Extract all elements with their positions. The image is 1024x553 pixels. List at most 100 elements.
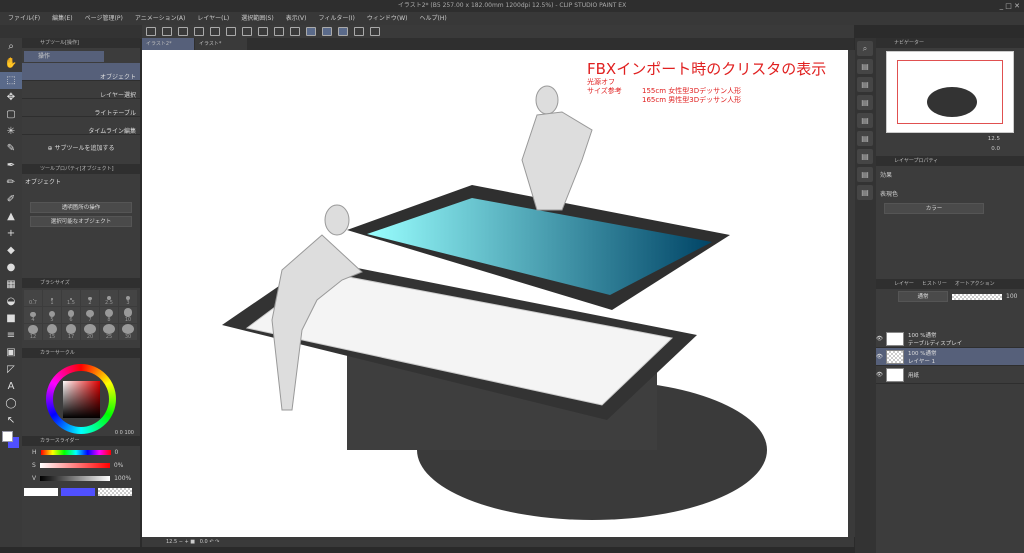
auto-select-icon[interactable]: ✳ <box>0 123 22 140</box>
blend-icon[interactable]: ● <box>0 259 22 276</box>
frame-icon[interactable]: ▣ <box>0 344 22 361</box>
navigator-preview[interactable] <box>886 51 1014 133</box>
blend-mode-select[interactable]: 通常 <box>898 291 948 302</box>
brush-size-cell[interactable]: 12 <box>24 324 42 340</box>
decoration-icon[interactable]: + <box>0 225 22 242</box>
color-icon[interactable] <box>354 27 364 36</box>
expression-color-select[interactable]: カラー <box>884 203 984 214</box>
brush-size-cell[interactable]: 10 <box>119 307 137 323</box>
transparent-operation-select[interactable]: 透明箇所の操作 <box>30 202 132 213</box>
vertical-scrollbar[interactable] <box>848 50 855 537</box>
material-icon-5[interactable]: ▤ <box>857 131 873 146</box>
brush-size-cell[interactable]: 8 <box>100 307 118 323</box>
swatch-transparent[interactable] <box>98 488 132 496</box>
layer-item-layer1[interactable]: 👁 100 %通常 レイヤー 1 <box>876 348 1024 366</box>
search-icon[interactable]: ⌕ <box>857 41 873 56</box>
eraser-icon[interactable]: ◆ <box>0 242 22 259</box>
subtool-group-operation[interactable]: 操作 <box>24 51 104 62</box>
new-icon[interactable] <box>162 27 172 36</box>
add-subtool-button[interactable]: ⊕ サブツールを追加する <box>22 135 140 164</box>
menu-animation[interactable]: アニメーション(A) <box>135 12 186 25</box>
brush-size-cell[interactable]: 15 <box>43 324 61 340</box>
tab-auto-action[interactable]: オートアクション <box>955 279 995 289</box>
brush-size-cell[interactable]: 7 <box>81 307 99 323</box>
swatch-white[interactable] <box>24 488 58 496</box>
brush-size-cell[interactable]: 1.5 <box>62 290 80 306</box>
brush-size-cell[interactable]: 0.7 <box>24 290 42 306</box>
saturation-value-square[interactable] <box>63 381 100 418</box>
selectable-object-select[interactable]: 選択可能なオブジェクト <box>30 216 132 227</box>
menu-selection[interactable]: 選択範囲(S) <box>241 12 274 25</box>
layer-item-table-display[interactable]: 👁 100 %通常 テーブルディスプレイ <box>876 330 1024 348</box>
text-icon[interactable]: A <box>0 378 22 395</box>
brush-size-cell[interactable]: 30 <box>119 324 137 340</box>
operation-tool-icon[interactable]: ⬚ <box>0 72 22 89</box>
opacity-value[interactable]: 100 <box>1006 293 1017 300</box>
open-icon[interactable] <box>178 27 188 36</box>
brush-size-cell[interactable]: 1 <box>43 290 61 306</box>
menu-page[interactable]: ページ管理(P) <box>85 12 123 25</box>
zoom-value[interactable]: 12.5 <box>166 539 177 545</box>
brush-size-cell[interactable]: 20 <box>81 324 99 340</box>
canvas[interactable]: FBXインポート時のクリスタの表示 光源オフ サイズ参考 155cm 女性型3Dデ… <box>142 50 848 537</box>
tab-illust[interactable]: イラスト* <box>195 38 247 50</box>
subtool-light-table[interactable]: ライトテーブル <box>22 99 140 117</box>
eye-icon[interactable]: 👁 <box>876 354 883 360</box>
menu-edit[interactable]: 編集(E) <box>52 12 72 25</box>
main-color-swatch[interactable] <box>2 431 13 442</box>
layer-item-paper[interactable]: 👁 用紙 <box>876 366 1024 384</box>
swatch-blue[interactable] <box>61 488 95 496</box>
airbrush-icon[interactable]: ▲ <box>0 208 22 225</box>
material-icon-8[interactable]: ▤ <box>857 185 873 200</box>
slider-value[interactable]: 0% <box>114 462 124 469</box>
slider-value[interactable]: 0 <box>115 449 119 456</box>
balloon-icon[interactable]: ◯ <box>0 395 22 412</box>
navigator-angle[interactable]: 0.0 <box>876 146 1024 156</box>
color-circle[interactable]: 0 0 100 <box>22 358 140 436</box>
clip-studio-icon[interactable] <box>146 27 156 36</box>
snap-ruler-icon[interactable] <box>290 27 300 36</box>
redo-icon[interactable] <box>226 27 236 36</box>
menu-file[interactable]: ファイル(F) <box>8 12 40 25</box>
brush-size-cell[interactable]: 17 <box>62 324 80 340</box>
brush-size-cell[interactable]: 6 <box>62 307 80 323</box>
eye-icon[interactable]: 👁 <box>876 372 883 378</box>
navigator-zoom[interactable]: 12.5 <box>876 136 1024 146</box>
material-icon-2[interactable]: ▤ <box>857 77 873 92</box>
help-icon[interactable] <box>370 27 380 36</box>
tab-illust2[interactable]: イラスト2* <box>142 38 194 50</box>
slider-track[interactable] <box>39 463 110 468</box>
snap-special-ruler-icon[interactable] <box>306 27 316 36</box>
selection-tool-icon[interactable]: ▢ <box>0 106 22 123</box>
subtool-layer-select[interactable]: レイヤー選択 <box>22 81 140 99</box>
brush-size-cell[interactable]: 5 <box>43 307 61 323</box>
menu-window[interactable]: ウィンドウ(W) <box>367 12 408 25</box>
material-icon-4[interactable]: ▤ <box>857 113 873 128</box>
brush-size-cell[interactable]: 3 <box>119 290 137 306</box>
pen-icon[interactable]: ✒ <box>0 157 22 174</box>
brush-size-cell[interactable]: 2 <box>81 290 99 306</box>
slider-track[interactable] <box>40 476 111 481</box>
brush-size-cell[interactable]: 2.5 <box>100 290 118 306</box>
ruler-icon[interactable]: ◸ <box>0 361 22 378</box>
opacity-slider[interactable] <box>952 293 1002 300</box>
save-icon[interactable] <box>194 27 204 36</box>
window-controls[interactable]: _ □ ✕ <box>1000 0 1020 12</box>
eyedropper-icon[interactable]: ✎ <box>0 140 22 157</box>
crop-icon[interactable] <box>274 27 284 36</box>
fill-icon[interactable] <box>258 27 268 36</box>
tab-layer[interactable]: レイヤー <box>894 279 914 289</box>
menu-filter[interactable]: フィルター(I) <box>319 12 355 25</box>
angle-value[interactable]: 0.0 <box>200 539 208 545</box>
menu-help[interactable]: ヘルプ(H) <box>419 12 446 25</box>
slider-track[interactable] <box>40 450 111 455</box>
figure-icon[interactable]: ▦ <box>0 276 22 293</box>
tab-history[interactable]: ヒストリー <box>922 279 947 289</box>
pencil-icon[interactable]: ✏ <box>0 174 22 191</box>
hand-tool-icon[interactable]: ✋ <box>0 55 22 72</box>
undo-icon[interactable] <box>210 27 220 36</box>
eye-icon[interactable]: 👁 <box>876 336 883 342</box>
menu-layer[interactable]: レイヤー(L) <box>197 12 229 25</box>
brush-size-cell[interactable]: 4 <box>24 307 42 323</box>
slider-value[interactable]: 100% <box>114 475 131 482</box>
